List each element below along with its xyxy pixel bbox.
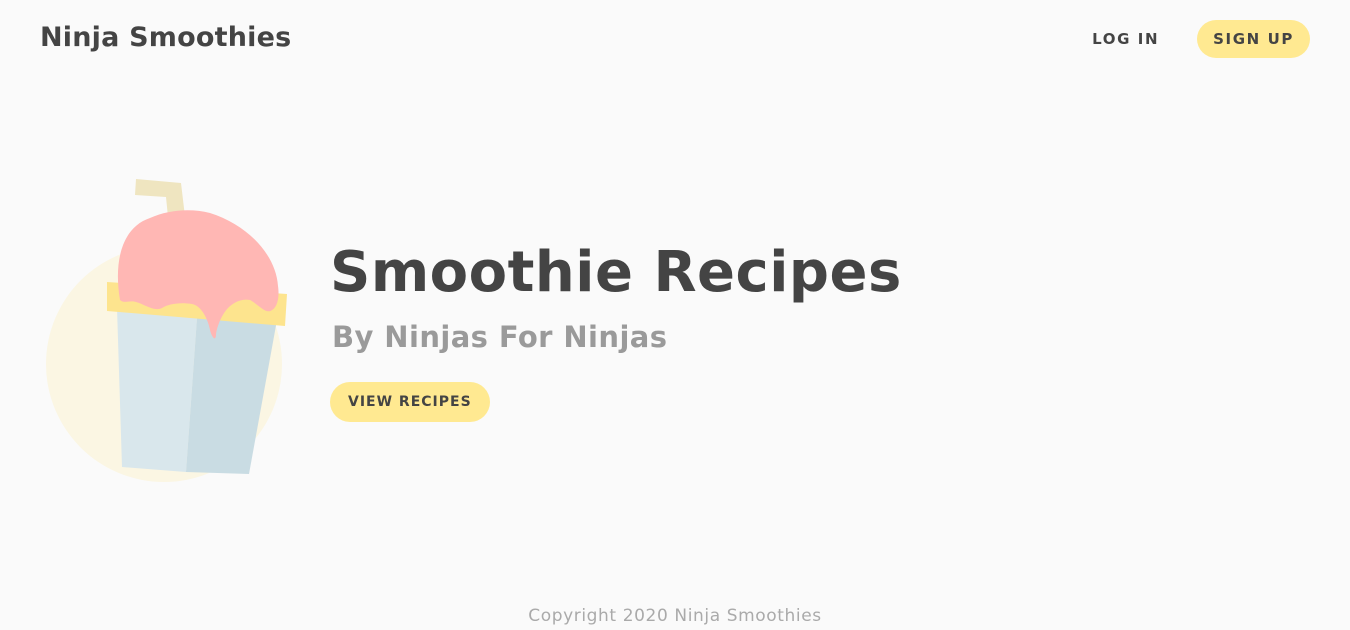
nav-links: LOG IN SIGN UP	[1072, 20, 1310, 58]
navbar: Ninja Smoothies LOG IN SIGN UP	[0, 0, 1350, 84]
brand-logo[interactable]: Ninja Smoothies	[40, 22, 291, 53]
hero-subtitle: By Ninjas For Ninjas	[332, 320, 668, 354]
signup-button[interactable]: SIGN UP	[1197, 20, 1310, 58]
hero-section: Smoothie Recipes By Ninjas For Ninjas VI…	[330, 238, 902, 422]
login-link[interactable]: LOG IN	[1072, 20, 1179, 58]
page: Ninja Smoothies LOG IN SIGN UP Smoothie …	[0, 0, 1350, 630]
smoothie-cup-icon	[40, 170, 300, 490]
copyright-text: Copyright 2020 Ninja Smoothies	[528, 606, 822, 626]
cup-left	[117, 308, 197, 472]
view-recipes-button[interactable]: VIEW RECIPES	[330, 382, 490, 422]
footer: Copyright 2020 Ninja Smoothies	[0, 606, 1350, 630]
hero-title: Smoothie Recipes	[330, 240, 902, 305]
